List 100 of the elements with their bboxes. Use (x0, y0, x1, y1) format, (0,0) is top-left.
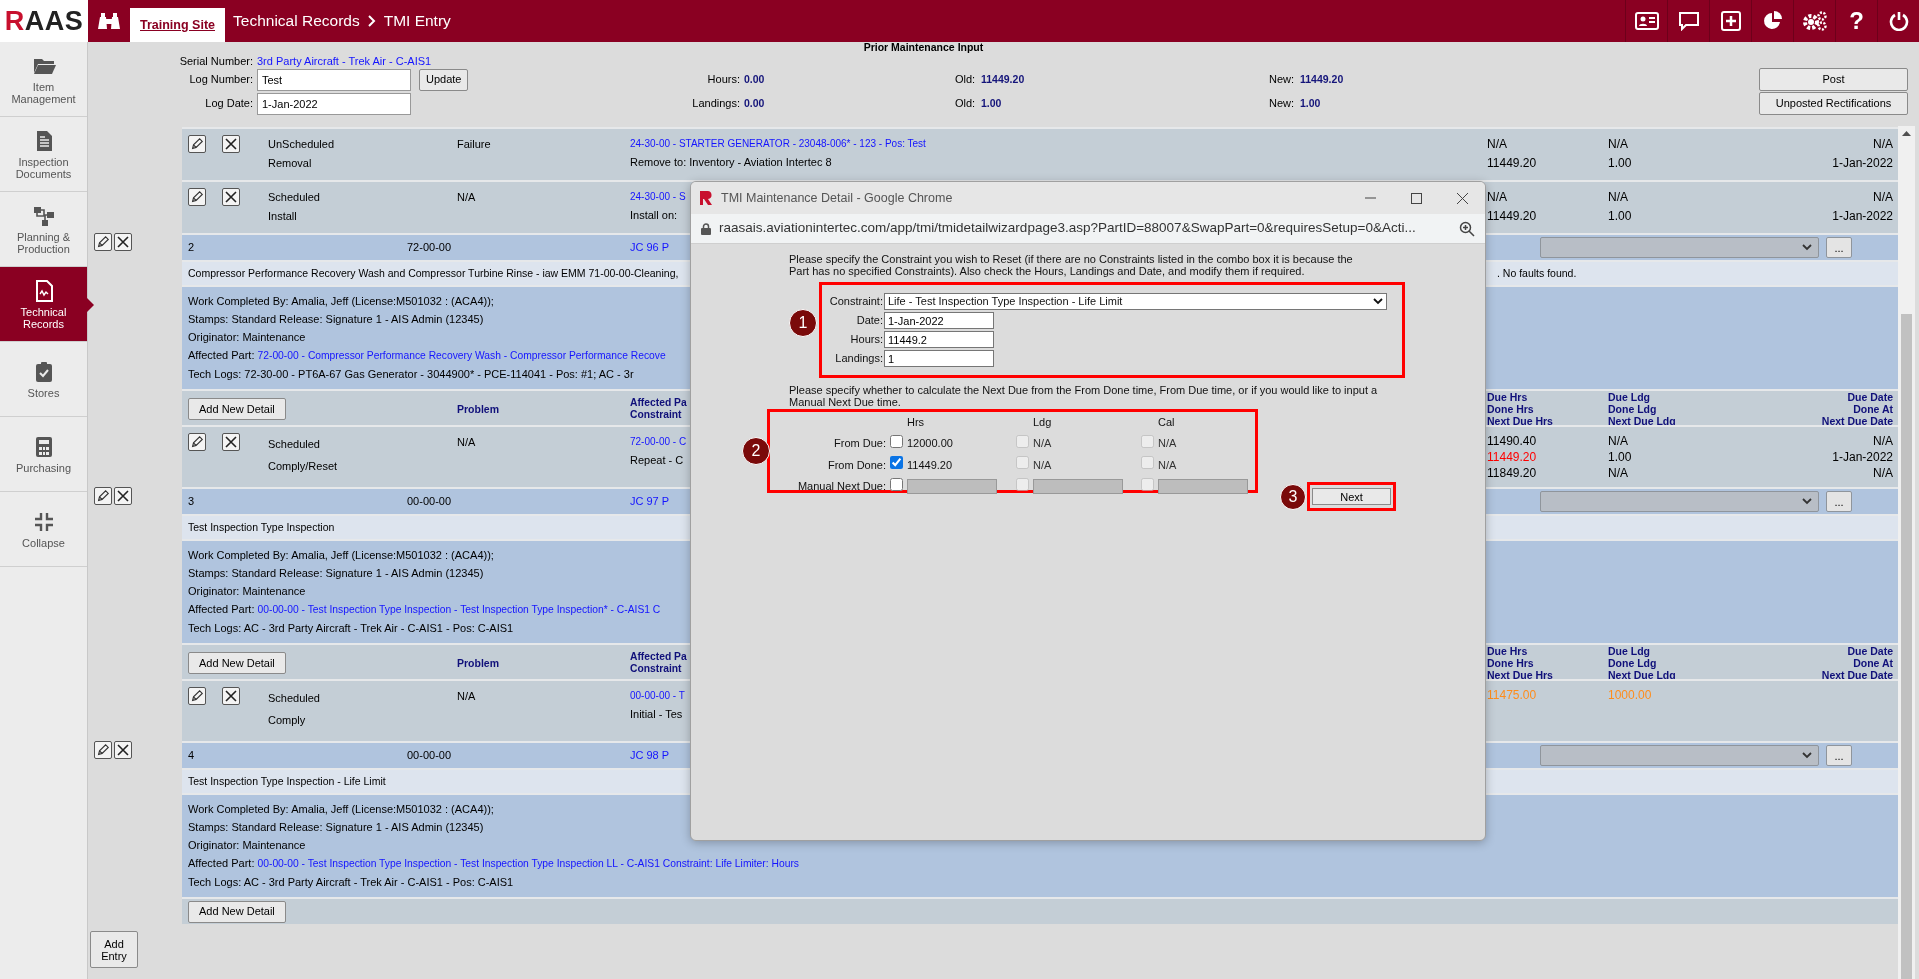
delete-button[interactable] (114, 741, 132, 759)
edit-button[interactable] (188, 687, 206, 705)
constraint-dropdown[interactable]: Life - Test Inspection Type Inspection - Life Limit (884, 293, 1387, 310)
sidebar-item[interactable]: Inspection Documents (0, 117, 87, 192)
next-button[interactable]: Next (1312, 488, 1391, 505)
delete-button[interactable] (222, 433, 240, 451)
edit-button[interactable] (94, 741, 112, 759)
sidebar-item[interactable]: Item Management (0, 42, 87, 117)
checkbox[interactable] (890, 456, 903, 469)
detail-label: Stamps: (188, 313, 229, 325)
input-field[interactable]: 1 (884, 350, 994, 367)
delete-button[interactable] (222, 687, 240, 705)
detail-label: Work Completed By: (188, 803, 289, 815)
due-value: N/A (1873, 433, 1893, 449)
scroll-up-icon[interactable] (1902, 130, 1911, 136)
update-button[interactable]: Update (419, 68, 469, 91)
ata-code: 00-00-00 (407, 494, 453, 510)
due-value: 11475.00 (1487, 687, 1537, 703)
input-field[interactable]: 1-Jan-2022 (884, 312, 994, 329)
close-icon (1456, 192, 1468, 204)
column-header: Due Ldg (1608, 645, 1650, 657)
detail-label: Tech Logs: (188, 876, 242, 888)
old-label: Old: (955, 72, 977, 88)
field-label: Landings: (835, 352, 883, 365)
pencil-icon (96, 743, 110, 757)
sidebar-item[interactable]: Collapse (0, 492, 87, 567)
column-header: Constraint (630, 663, 682, 675)
maintenance-type: Scheduled (268, 437, 320, 452)
checkbox[interactable] (890, 477, 903, 491)
part-link[interactable]: 24-30-00 - S (630, 188, 686, 206)
plus-square-icon (1720, 11, 1741, 31)
edit-button[interactable] (188, 188, 206, 206)
delete-button[interactable] (114, 233, 132, 251)
input-field[interactable]: 11449.2 (884, 331, 994, 348)
edit-button[interactable] (188, 433, 206, 451)
zoom-icon[interactable] (1459, 220, 1475, 237)
url-text: raasais.aviationintertec.com/app/tmi/tmidetailwizardpage3.asp?PartID=88007&SwapPart=0&requiresSetup=0&Acti... (719, 219, 1417, 238)
help-button[interactable]: ? (1835, 0, 1877, 42)
add-detail-button[interactable]: Add New Detail (188, 398, 286, 420)
delete-button[interactable] (114, 487, 132, 505)
sidebar-label: Technical Records (19, 305, 68, 330)
part-link[interactable]: 00-00-00 - Test Inspection Type Inspection - Test Inspection Type Inspection LL - C-AIS1 Constraint: Life Limiter: Hours (257, 858, 799, 869)
post-button[interactable]: Post (1759, 68, 1908, 91)
checkbox[interactable] (890, 434, 903, 448)
more-button[interactable]: ... (1826, 491, 1852, 512)
more-button[interactable]: ... (1826, 237, 1852, 258)
site-tab[interactable]: Training Site (130, 8, 225, 42)
log-number-field[interactable]: Test (257, 68, 411, 91)
part-link[interactable]: 72-00-00 - Compressor Performance Recovery Wash - Compressor Performance Recove (257, 350, 666, 361)
description-tail: . No faults found. (1497, 265, 1578, 281)
part-note: Install on: (630, 208, 678, 223)
edit-button[interactable] (94, 487, 112, 505)
due-value: 1.00 (1608, 208, 1632, 225)
value-text: 12000.00 (907, 436, 954, 451)
new-value: 11449.20 (1300, 71, 1345, 87)
scrollbar-thumb[interactable] (1901, 314, 1912, 979)
power-icon (1888, 11, 1909, 31)
due-value: 1-Jan-2022 (1832, 449, 1893, 465)
delete-button[interactable] (222, 188, 240, 206)
detail-label: Work Completed By: (188, 549, 289, 561)
unposted-rectifications-button[interactable]: Unposted Rectifications (1759, 92, 1908, 115)
edit-button[interactable] (94, 233, 112, 251)
delete-button[interactable] (222, 135, 240, 153)
add-entry-button[interactable]: Add Entry (90, 931, 138, 968)
part-link[interactable]: 00-00-00 - T (630, 687, 685, 705)
due-value: 1000.00 (1608, 687, 1652, 703)
close-icon (225, 436, 237, 448)
column-header: Done Ldg (1608, 403, 1657, 415)
more-button[interactable]: ... (1826, 745, 1852, 766)
part-link[interactable]: 24-30-00 - STARTER GENERATOR - 23048-006* - 123 - Pos: Test (630, 135, 926, 153)
detail-value: AC - 3rd Party Aircraft - Trek Air - C-AIS1 - Pos: C-AIS1 (243, 622, 514, 634)
part-link[interactable]: 00-00-00 - Test Inspection Type Inspection - Test Inspection Type Inspection* - C-AIS1 C (257, 604, 661, 615)
due-value: 11449.20 (1487, 155, 1537, 172)
pencil-icon (190, 689, 204, 703)
maintenance-action: Removal (268, 156, 312, 171)
log-date-field[interactable]: 1-Jan-2022 (257, 92, 411, 115)
due-value: N/A (1487, 136, 1507, 153)
breadcrumb-link[interactable]: Technical Records (233, 9, 360, 33)
serial-number-link[interactable]: 3rd Party Aircraft - Trek Air - C-AIS1 (257, 52, 744, 70)
detail-value: Maintenance (242, 839, 306, 851)
edit-button[interactable] (188, 135, 206, 153)
part-link[interactable]: 72-00-00 - C (630, 433, 687, 451)
detail-value: Maintenance (242, 331, 306, 343)
column-header: Due Hrs (1487, 645, 1528, 657)
row-label: From Due: (833, 436, 887, 451)
add-detail-button[interactable]: Add New Detail (188, 652, 286, 674)
column-header: Due Ldg (1608, 391, 1650, 403)
field-label: Date: (856, 314, 883, 327)
row-label: Manual Next Due: (796, 479, 887, 494)
entry-description: Test Inspection Type Inspection - Life Limit (187, 773, 386, 789)
maintenance-action: Install (268, 209, 297, 224)
detail-value: 72-30-00 - PT6A-67 Gas Generator - 3044900* - PCE-114041 - Pos: #1; AC - 3r (244, 368, 634, 380)
sidebar-item[interactable]: Stores (0, 342, 87, 417)
sidebar-item[interactable]: Purchasing (0, 417, 87, 492)
old-value: 1.00 (981, 95, 1003, 111)
row-label: From Done: (826, 457, 887, 473)
add-detail-button[interactable]: Add New Detail (188, 900, 286, 923)
due-value: 1.00 (1608, 449, 1632, 465)
maintenance-type: UnScheduled (268, 137, 335, 152)
binoculars-icon (97, 11, 121, 31)
